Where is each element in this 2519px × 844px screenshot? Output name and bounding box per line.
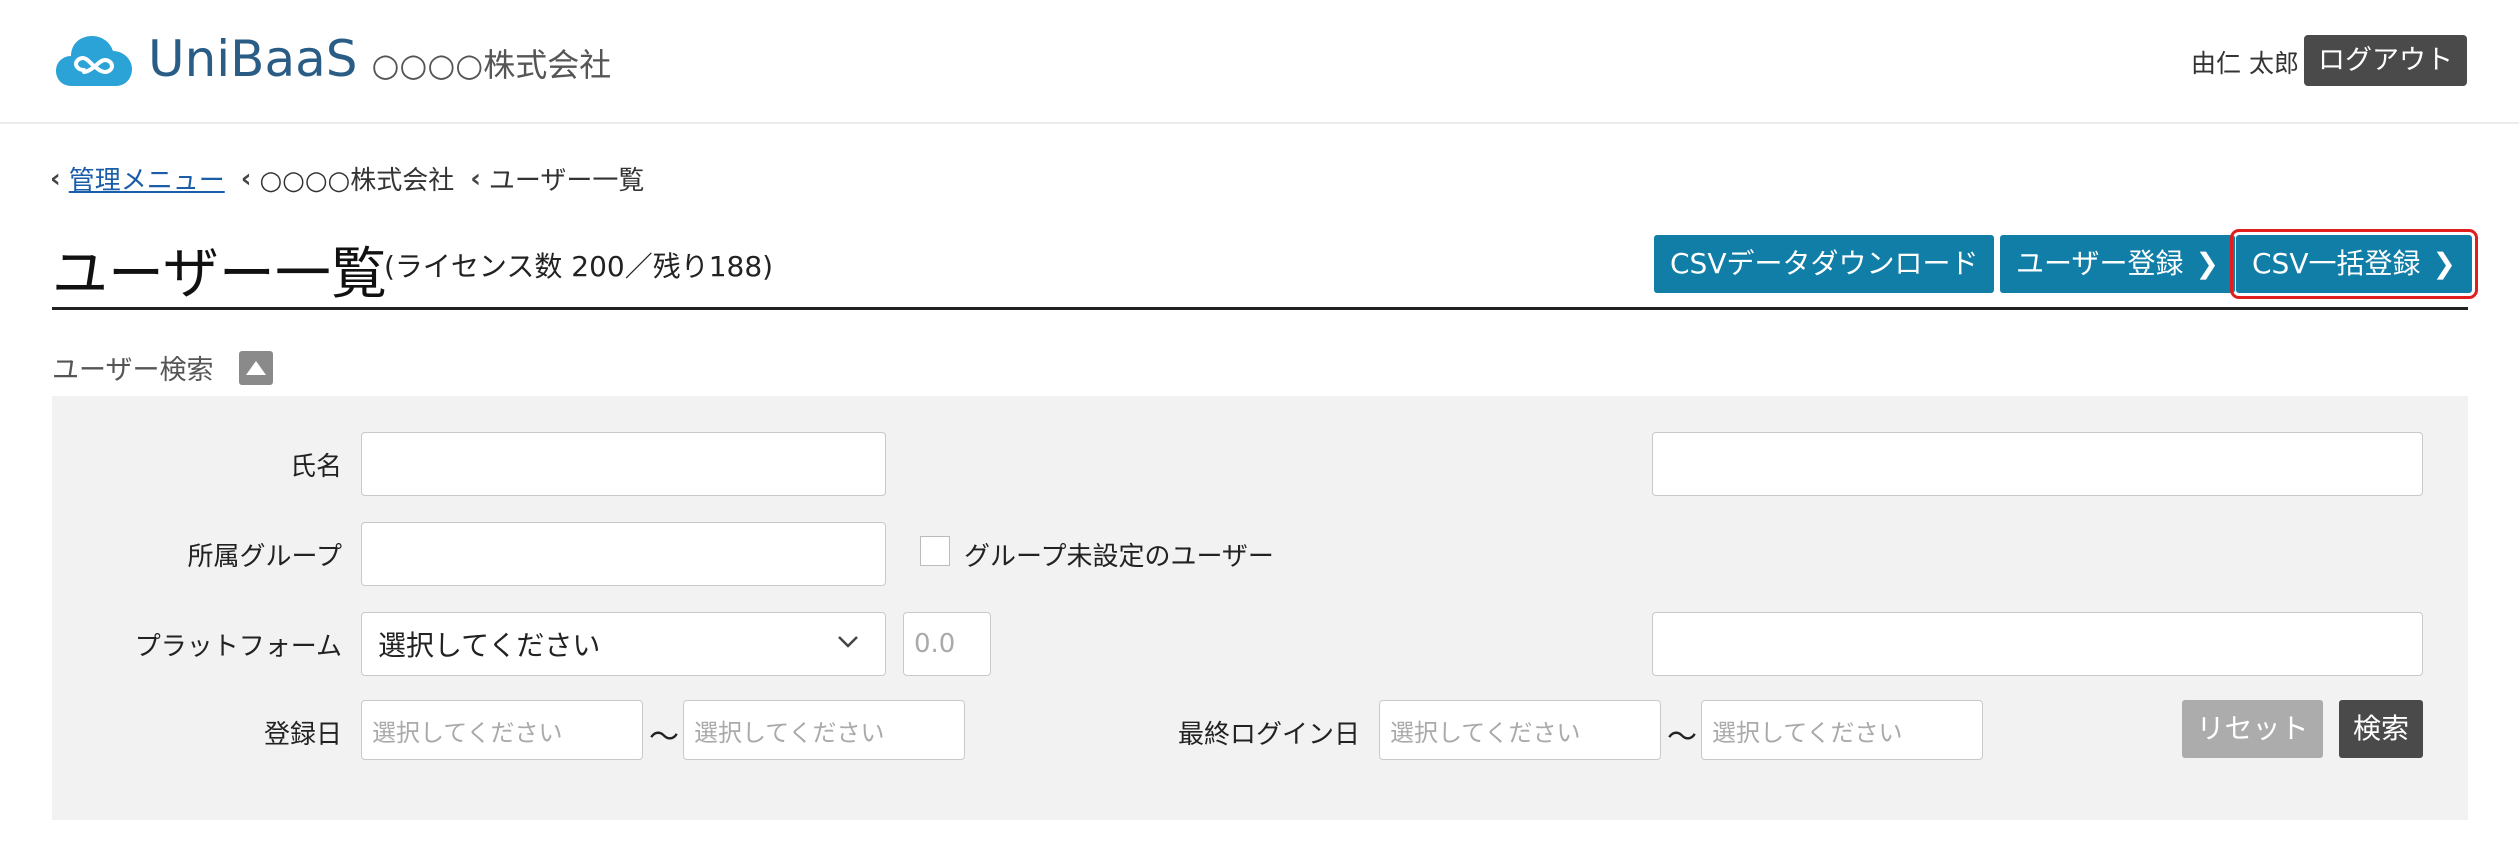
reg-date-from-placeholder: 選択してください <box>372 718 563 747</box>
last-login-from-input[interactable]: 選択してください <box>1379 700 1661 760</box>
chevron-down-icon <box>838 636 858 648</box>
player-version-input[interactable] <box>1652 612 2423 676</box>
chevron-left-icon: ‹ <box>470 163 481 194</box>
reg-date-from-input[interactable]: 選択してください <box>361 700 643 760</box>
cloud-infinity-icon <box>56 36 132 86</box>
license-info: (ライセンス数 200／残り188) <box>384 250 774 283</box>
user-search-label: ユーザー検索 <box>52 355 214 386</box>
last-login-range-separator: ～ <box>1667 720 1697 755</box>
group-label: 所属グループ <box>187 542 342 572</box>
logout-button[interactable]: ログアウト <box>2304 35 2467 86</box>
reg-date-range-separator: ～ <box>649 720 679 755</box>
last-login-label: 最終ログイン日 <box>1177 720 1360 750</box>
user-register-button[interactable]: ユーザー登録 ❯ <box>2000 235 2235 293</box>
breadcrumb-label-user-list: ユーザー一覧 <box>488 166 645 196</box>
app-header: UniBaaS ○○○○株式会社 由仁 太郎 ログアウト <box>0 0 2519 124</box>
logo[interactable]: UniBaaS ○○○○株式会社 <box>56 30 611 88</box>
company-name: ○○○○株式会社 <box>371 46 612 84</box>
search-panel: 氏名 ログインID 所属グループ グループ未設定のユーザー プラットフォーム 選… <box>52 396 2468 820</box>
chevron-left-icon: ‹ <box>50 163 61 194</box>
no-group-checkbox[interactable] <box>920 536 950 566</box>
user-name: 由仁 太郎 <box>2191 49 2299 78</box>
breadcrumb-item-admin-menu[interactable]: ‹ 管理メニュー <box>50 160 225 197</box>
reg-date-to-placeholder: 選択してください <box>694 718 885 747</box>
breadcrumb-link-admin-menu[interactable]: 管理メニュー <box>69 160 225 197</box>
user-search-header: ユーザー検索 <box>52 348 274 387</box>
title-row: ユーザー一覧 (ライセンス数 200／残り188) CSVデータダウンロード ユ… <box>52 225 2478 310</box>
user-register-label: ユーザー登録 <box>2016 247 2184 280</box>
breadcrumb: ‹ 管理メニュー ‹ ○○○○株式会社 ‹ ユーザー一覧 <box>50 160 660 197</box>
reg-date-to-input[interactable]: 選択してください <box>683 700 965 760</box>
login-id-input[interactable] <box>1652 432 2423 496</box>
platform-label: プラットフォーム <box>134 632 342 662</box>
breadcrumb-item-company: ‹ ○○○○株式会社 <box>241 160 454 197</box>
group-input[interactable] <box>361 522 886 586</box>
no-group-label: グループ未設定のユーザー <box>964 542 1274 572</box>
breadcrumb-item-user-list: ‹ ユーザー一覧 <box>470 160 644 197</box>
csv-bulk-register-label: CSV一括登録 <box>2252 247 2421 280</box>
triangle-up-icon <box>246 360 267 375</box>
last-login-to-input[interactable]: 選択してください <box>1701 700 1983 760</box>
name-label: 氏名 <box>289 452 342 482</box>
page-title: ユーザー一覧 <box>52 242 387 307</box>
last-login-to-placeholder: 選択してください <box>1712 718 1903 747</box>
search-toggle-button[interactable] <box>239 350 274 385</box>
brand-name: UniBaaS <box>148 30 358 88</box>
platform-select[interactable]: 選択してください <box>361 612 886 676</box>
chevron-right-icon: ❯ <box>2432 247 2456 280</box>
version-placeholder: 0.0 <box>914 629 956 659</box>
platform-select-value: 選択してください <box>378 629 601 662</box>
reset-button[interactable]: リセット <box>2182 700 2323 758</box>
reg-date-label: 登録日 <box>263 720 342 750</box>
name-input[interactable] <box>361 432 886 496</box>
version-input[interactable]: 0.0 <box>903 612 991 676</box>
search-button[interactable]: 検索 <box>2339 700 2423 758</box>
breadcrumb-label-company: ○○○○株式会社 <box>259 166 455 196</box>
chevron-left-icon: ‹ <box>240 163 252 194</box>
chevron-right-icon: ❯ <box>2195 247 2219 280</box>
csv-download-button[interactable]: CSVデータダウンロード <box>1654 235 1995 293</box>
last-login-from-placeholder: 選択してください <box>1390 718 1581 747</box>
csv-bulk-register-button[interactable]: CSV一括登録 ❯ <box>2230 229 2478 299</box>
csv-download-label: CSVデータダウンロード <box>1670 247 1979 280</box>
